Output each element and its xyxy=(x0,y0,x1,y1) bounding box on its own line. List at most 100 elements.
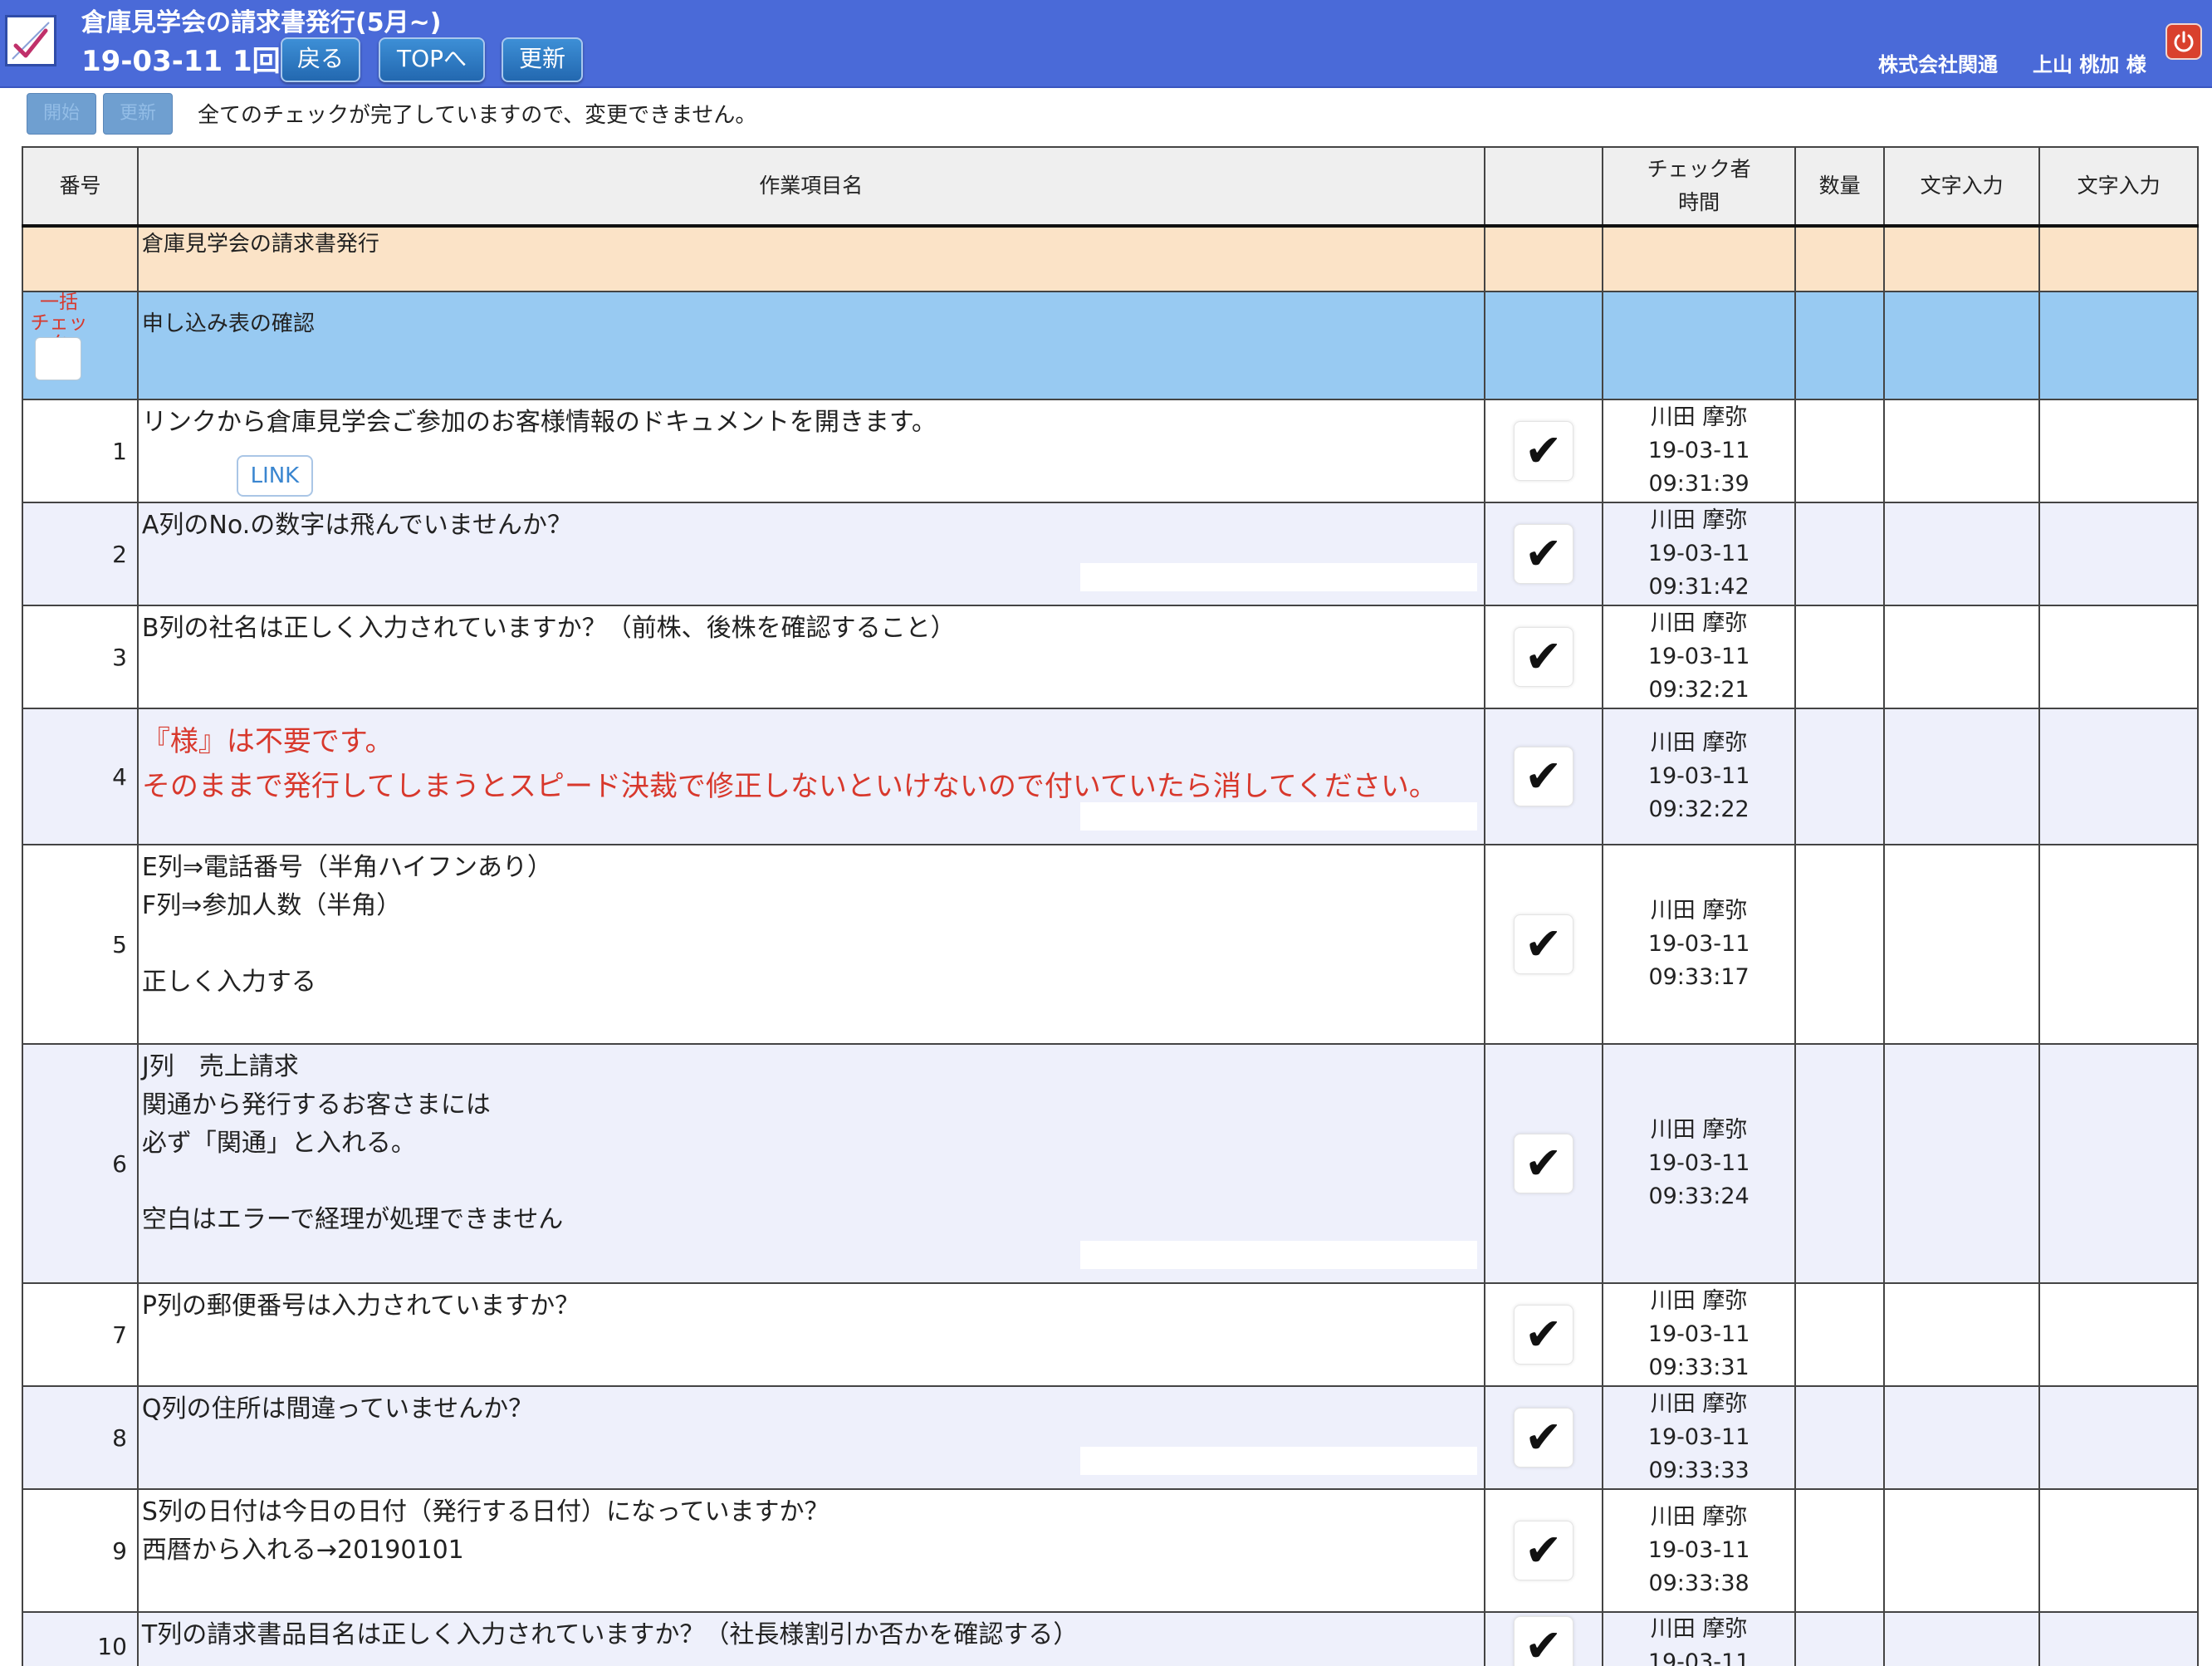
row-number: 2 xyxy=(22,502,139,606)
category-cell xyxy=(1483,225,1603,292)
row-checkbox[interactable]: ✔ xyxy=(1513,1408,1573,1468)
link-button[interactable]: LINK xyxy=(236,455,313,497)
task-text-cell: リンクから倉庫見学会ご参加のお客様情報のドキュメントを開きます。 LINK xyxy=(136,399,1485,503)
text-input-2-cell xyxy=(2038,605,2199,709)
row-checkbox[interactable]: ✔ xyxy=(1513,914,1573,974)
task-text-line: 必ず「関通」と入れる。 xyxy=(141,1129,416,1158)
table-header-row: 番号 作業項目名 チェック者 時間 数量 文字入力 文字入力 xyxy=(22,146,2199,228)
quantity-cell xyxy=(1794,605,1885,709)
col-header-task: 作業項目名 xyxy=(136,146,1485,228)
row-number: 3 xyxy=(22,605,139,709)
checkmark-icon: ✔ xyxy=(1524,1411,1563,1463)
row-checkbox[interactable]: ✔ xyxy=(1513,627,1573,687)
user-name: 上山 桃加 様 xyxy=(2033,53,2146,76)
row-checkbox[interactable]: ✔ xyxy=(1513,1134,1573,1193)
top-button[interactable]: TOPへ xyxy=(379,37,485,82)
table-row: 5 E列⇒電話番号（半角ハイフンあり） F列⇒参加人数（半角） 正しく入力する ✔ 川田 … xyxy=(22,844,2199,1045)
checkmark-icon: ✔ xyxy=(1524,750,1563,802)
checker-cell: 川田 摩弥 19-03-11 09:33:33 xyxy=(1601,1385,1797,1490)
checkmark-icon: ✔ xyxy=(1524,630,1563,683)
bulk-check-label-line1: 一括 xyxy=(40,292,78,313)
row-checkbox[interactable]: ✔ xyxy=(1513,421,1573,481)
row-checkbox[interactable]: ✔ xyxy=(1513,1305,1573,1365)
company-name: 株式会社関通 xyxy=(1878,53,1998,76)
task-text-line: J列 売上請求 xyxy=(141,1052,299,1081)
text-input-1-cell xyxy=(1882,1282,2041,1387)
comment-input[interactable] xyxy=(1079,1241,1477,1269)
checker-checker: 川田 摩弥 xyxy=(1650,1117,1748,1143)
session-label: 19-03-11 1回 xyxy=(81,45,281,78)
checker-checker: 川田 摩弥 xyxy=(1650,1504,1748,1530)
group-cell xyxy=(1483,291,1603,400)
text-input-2-cell xyxy=(2038,1282,2199,1387)
logout-button[interactable] xyxy=(2166,23,2202,60)
group-row: 一括 チェック 申し込み表の確認 xyxy=(22,291,2199,400)
checker-date: 19-03-11 xyxy=(1647,1649,1750,1666)
row-checkbox[interactable]: ✔ xyxy=(1513,524,1573,584)
task-text-cell: Q列の住所は間違っていませんか？ xyxy=(136,1385,1485,1490)
task-text-cell: J列 売上請求 関通から発行するお客さまには 必ず「関通」と入れる。 空白はエラーで経… xyxy=(136,1043,1485,1284)
page-title: 倉庫見学会の請求書発行(5月~) xyxy=(81,8,442,37)
task-text-line xyxy=(142,1163,1483,1201)
quantity-cell xyxy=(1794,399,1885,503)
table-row: 1 リンクから倉庫見学会ご参加のお客様情報のドキュメントを開きます。 LINK ✔ 川田… xyxy=(22,399,2199,503)
comment-input[interactable] xyxy=(1079,802,1477,831)
checker-checker: 川田 摩弥 xyxy=(1650,898,1748,924)
checker-date: 19-03-11 xyxy=(1647,1537,1750,1563)
bulk-checkbox[interactable] xyxy=(35,337,81,380)
checker-checker: 川田 摩弥 xyxy=(1650,730,1748,756)
text-input-1-cell xyxy=(1882,399,2041,503)
table-row: 3 B列の社名は正しく入力されていますか？（前株、後株を確認すること） ✔ 川田 摩弥… xyxy=(22,605,2199,709)
checker-cell: 川田 摩弥 19-03-11 09:31:42 xyxy=(1601,502,1797,606)
checker-date: 19-03-11 xyxy=(1647,1424,1750,1450)
row-checkbox[interactable]: ✔ xyxy=(1513,1616,1573,1666)
checker-date: 19-03-11 xyxy=(1647,931,1750,957)
checker-cell: 川田 摩弥 19-03-11 09:33:38 xyxy=(1601,1488,1797,1613)
table-row: 8 Q列の住所は間違っていませんか？ ✔ 川田 摩弥 19-03-11 09:33:33 xyxy=(22,1385,2199,1490)
checker-checker: 川田 摩弥 xyxy=(1650,404,1748,430)
start-button[interactable]: 開始 xyxy=(27,93,96,135)
col-header-checker-line1: チェック者 xyxy=(1647,157,1751,181)
refresh-button[interactable]: 更新 xyxy=(502,37,583,82)
table-row: 2 A列のNo.の数字は飛んでいませんか？ ✔ 川田 摩弥 19-03-11 09:31:… xyxy=(22,502,2199,606)
checkmark-icon: ✔ xyxy=(1524,527,1563,580)
comment-input[interactable] xyxy=(1079,1447,1477,1475)
checker-time: 09:32:22 xyxy=(1648,796,1750,822)
checker-time: 09:33:31 xyxy=(1648,1355,1750,1380)
checkmark-icon: ✔ xyxy=(1524,1524,1563,1576)
checker-checker: 川田 摩弥 xyxy=(1650,1391,1748,1417)
task-text-line: F列⇒参加人数（半角） xyxy=(141,891,402,920)
row-checkbox[interactable]: ✔ xyxy=(1513,747,1573,806)
checker-cell: 川田 摩弥 19-03-11 09:32:21 xyxy=(1601,605,1797,709)
comment-input[interactable] xyxy=(1079,563,1477,591)
checker-checker: 川田 摩弥 xyxy=(1650,610,1748,636)
app-header: 倉庫見学会の請求書発行(5月~) 19-03-11 1回 戻る TOPへ 更新 … xyxy=(0,0,2212,88)
row-checkbox[interactable]: ✔ xyxy=(1513,1521,1573,1580)
row-number: 1 xyxy=(22,399,139,503)
check-cell: ✔ xyxy=(1483,708,1603,845)
checker-time: 09:33:17 xyxy=(1648,964,1750,990)
row-number: 8 xyxy=(22,1385,139,1490)
checker-time: 09:31:42 xyxy=(1648,574,1750,600)
category-num-cell xyxy=(22,225,139,292)
checker-time: 09:33:24 xyxy=(1648,1183,1750,1209)
task-text-cell: P列の郵便番号は入力されていますか？ xyxy=(136,1282,1485,1387)
row-number: 6 xyxy=(22,1043,139,1284)
task-text-line: P列の郵便番号は入力されていますか？ xyxy=(141,1291,580,1321)
quantity-cell xyxy=(1794,1385,1885,1490)
checker-date: 19-03-11 xyxy=(1647,541,1750,566)
text-input-2-cell xyxy=(2038,844,2199,1045)
checker-cell: 川田 摩弥 19-03-11 09:31:39 xyxy=(1601,399,1797,503)
task-text-line: E列⇒電話番号（半角ハイフンあり） xyxy=(141,853,552,882)
table-row: 9 S列の日付は今日の日付（発行する日付）になっていますか？ 西暦から入れる→201… xyxy=(22,1488,2199,1613)
back-button[interactable]: 戻る xyxy=(281,37,360,82)
text-input-2-cell xyxy=(2038,1611,2199,1666)
checklist-logo-icon[interactable] xyxy=(5,15,56,66)
update-button[interactable]: 更新 xyxy=(103,93,173,135)
checker-date: 19-03-11 xyxy=(1647,644,1750,669)
quantity-cell xyxy=(1794,1488,1885,1613)
check-cell: ✔ xyxy=(1483,1282,1603,1387)
check-cell: ✔ xyxy=(1483,1385,1603,1490)
check-cell: ✔ xyxy=(1483,605,1603,709)
group-cell xyxy=(1882,291,2041,400)
